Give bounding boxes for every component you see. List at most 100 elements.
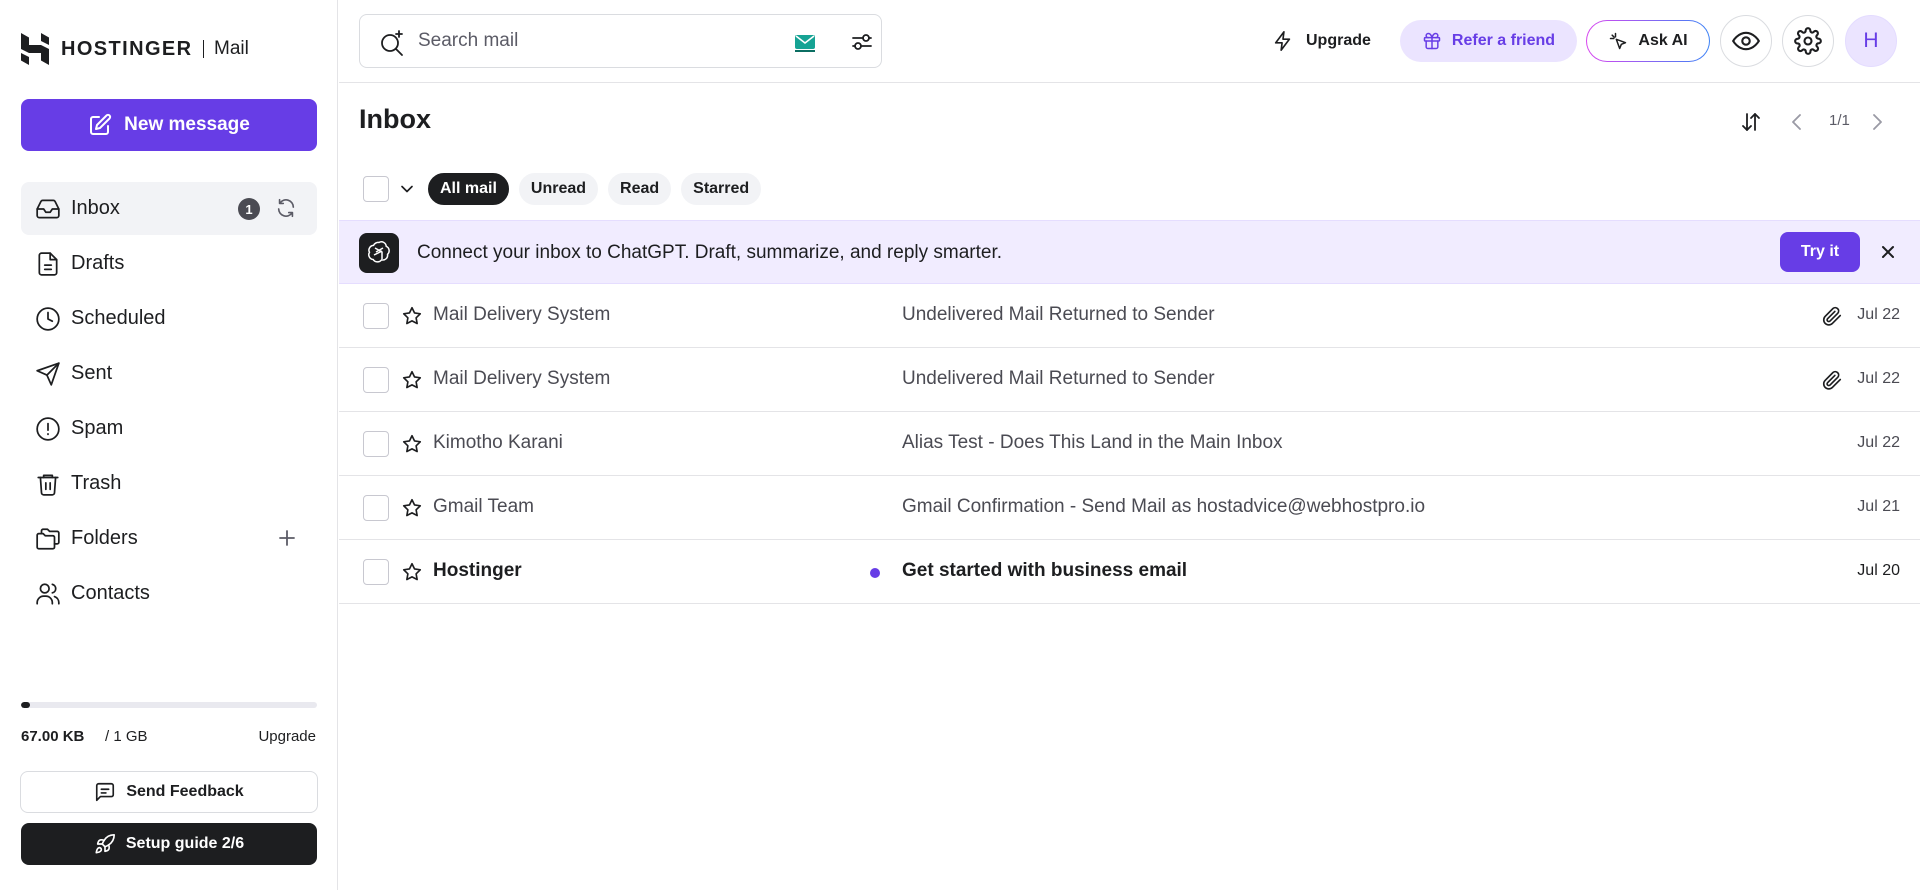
try-it-button[interactable]: Try it: [1780, 232, 1860, 272]
brand-name: HOSTINGER: [61, 37, 193, 60]
storage-used: 67.00 KB: [21, 728, 85, 745]
mail-sender: Gmail Team: [433, 496, 535, 517]
sidebar-item-label: Spam: [71, 417, 124, 439]
unread-dot: [870, 568, 880, 578]
unread-count-badge: 1: [238, 198, 260, 220]
select-all-checkbox[interactable]: [363, 176, 389, 202]
sidebar-item-spam[interactable]: Spam: [21, 402, 317, 455]
mail-checkbox[interactable]: [363, 495, 389, 521]
storage-progress-fill: [21, 702, 30, 708]
storage-progress-bar: [21, 702, 317, 708]
ai-search-icon: [381, 30, 403, 56]
mail-checkbox[interactable]: [363, 303, 389, 329]
sidebar-item-label: Inbox: [71, 197, 120, 219]
mail-sender: Hostinger: [433, 560, 522, 581]
contacts-icon: [36, 582, 60, 605]
sidebar-item-label: Scheduled: [71, 307, 166, 329]
logo[interactable]: HOSTINGER Mail: [21, 33, 249, 65]
filter-chips: All mail Unread Read Starred: [428, 173, 762, 205]
mail-row[interactable]: Hostinger Get started with business emai…: [339, 540, 1920, 604]
mail-main: Inbox 1/1 All mail Unread Read Starred C…: [339, 84, 1920, 890]
upgrade-button[interactable]: Upgrade: [1272, 26, 1371, 56]
star-icon[interactable]: [401, 561, 423, 583]
chevron-down-icon[interactable]: [397, 179, 417, 199]
sidebar-item-inbox[interactable]: Inbox 1: [21, 182, 317, 235]
sidebar-item-label: Trash: [71, 472, 122, 494]
search-box: [359, 14, 882, 68]
add-folder-icon[interactable]: [275, 526, 299, 550]
chevron-right-icon[interactable]: [1865, 110, 1889, 134]
inbox-icon: [36, 198, 60, 219]
preview-toggle-button[interactable]: [1720, 15, 1772, 67]
filters-icon[interactable]: [850, 30, 874, 54]
refer-a-friend-button[interactable]: Refer a friend: [1400, 20, 1577, 62]
product-name: Mail: [214, 38, 249, 59]
ask-ai-label: Ask AI: [1638, 32, 1688, 49]
filter-starred[interactable]: Starred: [681, 173, 762, 205]
clock-icon: [36, 306, 60, 331]
mail-checkbox[interactable]: [363, 559, 389, 585]
setup-guide-button[interactable]: Setup guide 2/6: [21, 823, 317, 865]
settings-button[interactable]: [1782, 15, 1834, 67]
filter-all-mail[interactable]: All mail: [428, 173, 509, 205]
upgrade-label: Upgrade: [1306, 32, 1371, 49]
send-feedback-button[interactable]: Send Feedback: [20, 771, 318, 813]
sidebar-item-label: Drafts: [71, 252, 125, 274]
close-icon[interactable]: [1878, 242, 1898, 262]
sidebar-item-contacts[interactable]: Contacts: [21, 567, 317, 620]
gift-icon: [1423, 32, 1441, 50]
eye-icon: [1732, 31, 1760, 51]
send-icon: [36, 361, 60, 386]
sidebar-item-drafts[interactable]: Drafts: [21, 237, 317, 290]
star-icon[interactable]: [401, 369, 423, 391]
mail-subject: Undelivered Mail Returned to Sender: [902, 368, 1215, 389]
filter-read[interactable]: Read: [608, 173, 672, 205]
feedback-icon: [96, 782, 115, 802]
search-input[interactable]: [418, 27, 758, 55]
mail-search-icon[interactable]: [794, 31, 816, 53]
drafts-icon: [38, 251, 58, 276]
mail-subject: Get started with business email: [902, 560, 1188, 581]
mail-row[interactable]: Kimotho Karani Alias Test - Does This La…: [339, 412, 1920, 476]
mail-subject: Alias Test - Does This Land in the Main …: [902, 432, 1283, 453]
sidebar-item-folders[interactable]: Folders: [21, 512, 317, 565]
chatgpt-icon: [368, 241, 390, 263]
page-count: 1/1: [1829, 112, 1850, 129]
sidebar: HOSTINGER Mail New message Inbox 1 Draft…: [0, 0, 338, 890]
ask-ai-button[interactable]: Ask AI: [1586, 20, 1710, 62]
setup-guide-label: Setup guide 2/6: [125, 835, 245, 852]
sidebar-item-label: Contacts: [71, 582, 150, 604]
chevron-left-icon[interactable]: [1785, 110, 1809, 134]
mail-checkbox[interactable]: [363, 431, 389, 457]
mail-row[interactable]: Gmail Team Gmail Confirmation - Send Mai…: [339, 476, 1920, 540]
star-icon[interactable]: [401, 433, 423, 455]
sidebar-item-label: Folders: [71, 527, 138, 549]
sort-icon[interactable]: [1739, 110, 1763, 134]
filter-unread[interactable]: Unread: [518, 173, 599, 205]
avatar[interactable]: H: [1845, 15, 1897, 67]
mail-date: Jul 22: [1857, 306, 1900, 323]
sidebar-item-trash[interactable]: Trash: [21, 457, 317, 510]
sidebar-item-label: Sent: [71, 362, 113, 384]
mail-row[interactable]: Mail Delivery System Undelivered Mail Re…: [339, 284, 1920, 348]
mail-row[interactable]: Mail Delivery System Undelivered Mail Re…: [339, 348, 1920, 412]
sidebar-item-sent[interactable]: Sent: [21, 347, 317, 400]
gear-icon: [1794, 27, 1822, 55]
mail-date: Jul 22: [1857, 434, 1900, 451]
sparkle-icon: [1610, 32, 1627, 50]
star-icon[interactable]: [401, 497, 423, 519]
banner-text: Connect your inbox to ChatGPT. Draft, su…: [417, 242, 1003, 263]
mail-subject: Gmail Confirmation - Send Mail as hostad…: [902, 496, 1426, 517]
hostinger-logo-icon: [21, 33, 49, 65]
new-message-button[interactable]: New message: [21, 99, 317, 151]
refresh-icon[interactable]: [275, 197, 297, 219]
star-icon[interactable]: [401, 305, 423, 327]
lightning-icon: [1274, 31, 1291, 51]
folders-icon: [36, 527, 60, 550]
send-feedback-label: Send Feedback: [126, 783, 244, 800]
rocket-icon: [95, 834, 115, 854]
edit-icon: [90, 113, 112, 135]
storage-upgrade-link[interactable]: Upgrade: [258, 728, 316, 745]
sidebar-item-scheduled[interactable]: Scheduled: [21, 292, 317, 345]
mail-checkbox[interactable]: [363, 367, 389, 393]
